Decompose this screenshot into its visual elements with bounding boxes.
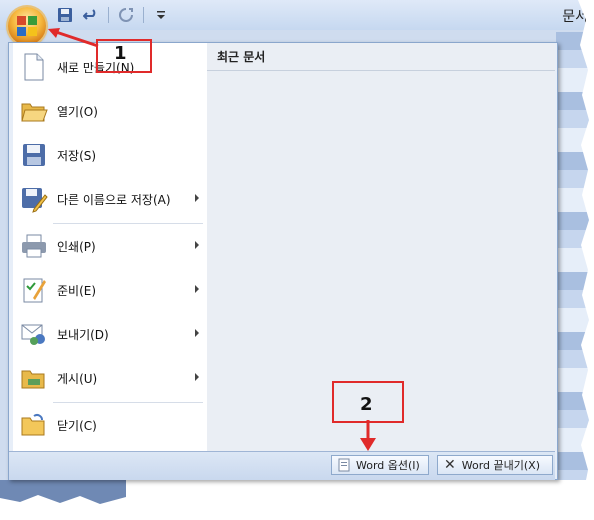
torn-paper-edge (0, 0, 594, 520)
